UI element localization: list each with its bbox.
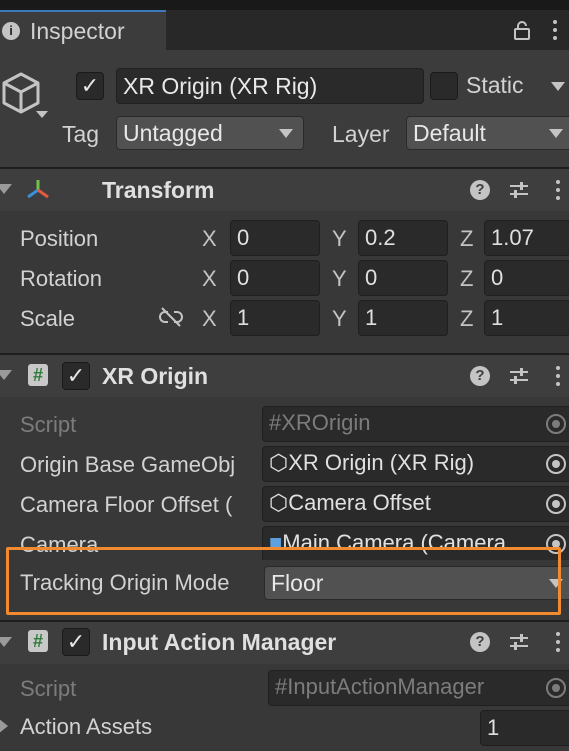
axis-y-label[interactable]: Y — [332, 226, 347, 252]
static-label: Static — [466, 72, 524, 98]
axis-z-label[interactable]: Z — [460, 226, 473, 252]
camera-floor-offset-field[interactable]: ⬡Camera Offset — [262, 486, 569, 522]
foldout-arrow-icon[interactable] — [0, 637, 12, 647]
action-assets-label[interactable]: Action Assets — [20, 714, 152, 740]
script-label: Script — [20, 676, 77, 701]
axis-z-label[interactable]: Z — [460, 266, 473, 292]
cube-icon[interactable] — [0, 70, 42, 116]
axis-x-label[interactable]: X — [202, 266, 217, 292]
info-icon: i — [2, 22, 20, 40]
position-y-input[interactable]: 0.2 — [358, 220, 448, 256]
icon-dropdown-arrow[interactable] — [36, 111, 48, 118]
tag-value: Untagged — [123, 120, 223, 146]
position-x-input[interactable]: 0 — [230, 220, 320, 256]
csharp-script-icon: # — [28, 364, 48, 386]
csharp-script-icon: # — [28, 630, 48, 652]
chevron-down-icon — [279, 129, 293, 138]
script-file-icon: # — [269, 410, 282, 435]
kebab-menu-icon[interactable] — [552, 20, 558, 42]
gameobject-icon: ⬡ — [269, 450, 289, 475]
axis-y-label[interactable]: Y — [332, 266, 347, 292]
scale-label: Scale — [20, 306, 76, 331]
axis-x-label[interactable]: X — [202, 226, 217, 252]
help-icon[interactable]: ? — [470, 366, 490, 386]
chevron-down-icon — [549, 129, 563, 138]
axis-x-label[interactable]: X — [202, 306, 217, 332]
foldout-arrow-icon[interactable] — [0, 718, 8, 734]
xr-origin-enabled-checkbox[interactable]: ✓ — [62, 362, 90, 390]
position-z-input[interactable]: 1.07 — [484, 220, 569, 256]
axis-z-label[interactable]: Z — [460, 306, 473, 332]
transform-title: Transform — [102, 177, 215, 203]
rotation-x-input[interactable]: 0 — [230, 260, 320, 296]
script-label: Script — [20, 412, 77, 437]
help-icon[interactable]: ? — [470, 632, 490, 652]
active-checkbox[interactable]: ✓ — [76, 72, 104, 100]
rotation-label: Rotation — [20, 266, 102, 291]
script-field: #XROrigin — [262, 406, 569, 442]
scale-x-input[interactable]: 1 — [230, 300, 320, 336]
checkmark-icon: ✓ — [66, 363, 86, 388]
static-dropdown-arrow-icon[interactable] — [551, 82, 565, 91]
object-picker-icon[interactable] — [546, 494, 566, 514]
object-picker-icon — [546, 414, 566, 434]
gameobject-name-input[interactable]: XR Origin (XR Rig) — [116, 68, 424, 104]
preset-icon[interactable] — [508, 632, 530, 652]
static-checkbox[interactable] — [430, 72, 458, 100]
gameobject-icon: ⬡ — [269, 490, 289, 515]
action-assets-count-input[interactable]: 1 — [480, 710, 569, 746]
lock-icon[interactable] — [514, 20, 530, 40]
object-picker-icon — [546, 678, 566, 698]
origin-base-value: XR Origin (XR Rig) — [288, 450, 475, 475]
input-action-manager-title: Input Action Manager — [102, 629, 337, 655]
kebab-menu-icon[interactable] — [555, 180, 561, 202]
transform-icon — [27, 180, 49, 199]
checkmark-icon: ✓ — [80, 73, 100, 98]
rotation-z-input[interactable]: 0 — [484, 260, 569, 296]
camera-floor-offset-label: Camera Floor Offset ( — [20, 492, 233, 517]
origin-base-label: Origin Base GameObj — [20, 452, 236, 477]
script-file-icon: # — [275, 674, 288, 699]
foldout-arrow-icon[interactable] — [0, 370, 12, 380]
tag-dropdown[interactable]: Untagged — [116, 116, 304, 150]
unlinked-chain-icon[interactable] — [158, 306, 184, 328]
layer-label: Layer — [332, 121, 390, 147]
kebab-menu-icon[interactable] — [555, 632, 561, 654]
input-action-manager-enabled-checkbox[interactable]: ✓ — [62, 628, 90, 656]
script-value: InputActionManager — [287, 674, 485, 699]
script-value: XROrigin — [281, 410, 371, 435]
xr-origin-title: XR Origin — [102, 363, 209, 389]
rotation-y-input[interactable]: 0 — [358, 260, 448, 296]
scale-z-input[interactable]: 1 — [484, 300, 569, 336]
tag-label: Tag — [62, 121, 100, 147]
layer-dropdown[interactable]: Default — [406, 116, 569, 150]
highlight-box — [6, 547, 561, 615]
preset-icon[interactable] — [508, 366, 530, 386]
script-field: #InputActionManager — [268, 670, 569, 706]
foldout-arrow-icon[interactable] — [0, 184, 12, 194]
layer-value: Default — [413, 120, 486, 146]
origin-base-field[interactable]: ⬡XR Origin (XR Rig) — [262, 446, 569, 482]
help-icon[interactable]: ? — [470, 180, 490, 200]
kebab-menu-icon[interactable] — [555, 366, 561, 388]
checkmark-icon: ✓ — [66, 629, 86, 654]
scale-y-input[interactable]: 1 — [358, 300, 448, 336]
axis-y-label[interactable]: Y — [332, 306, 347, 332]
preset-icon[interactable] — [508, 180, 530, 200]
window-top-strip — [0, 0, 569, 10]
object-picker-icon[interactable] — [546, 454, 566, 474]
tab-inspector-label: Inspector — [30, 18, 125, 44]
position-label: Position — [20, 226, 99, 251]
camera-floor-offset-value: Camera Offset — [288, 490, 431, 515]
